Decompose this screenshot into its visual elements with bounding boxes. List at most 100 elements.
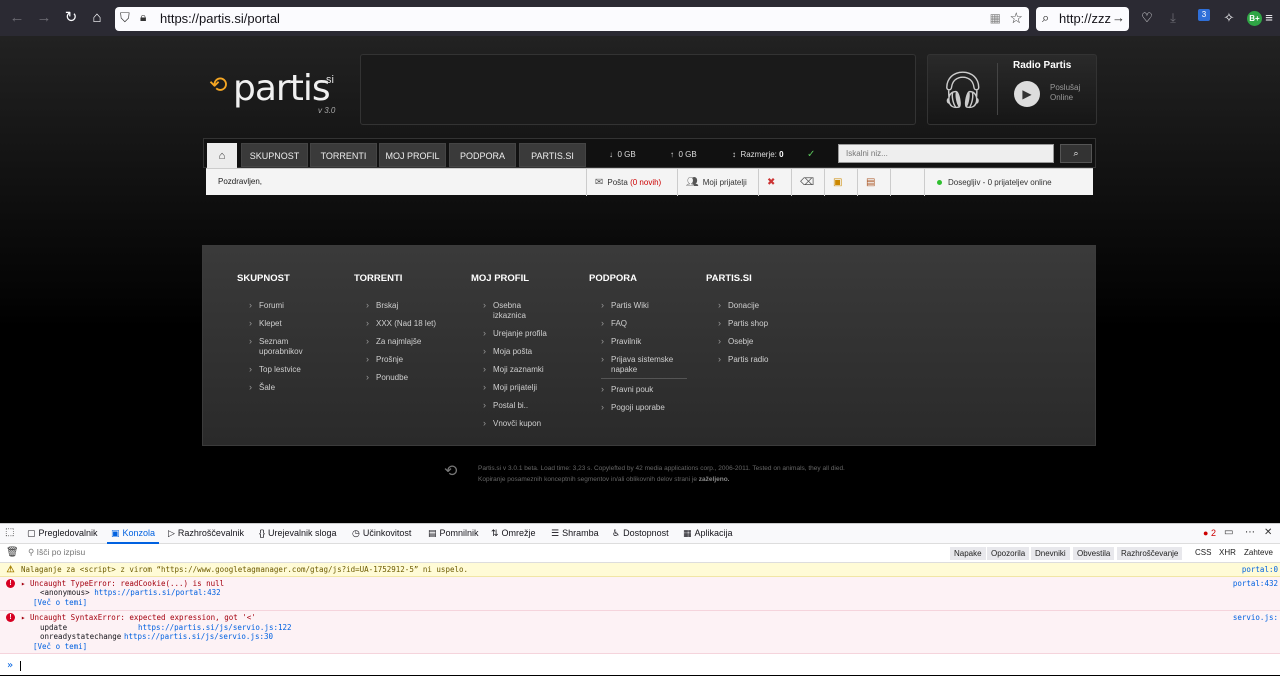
lock-icon[interactable]: 🔒︎ xyxy=(140,10,146,25)
sitemap-link[interactable]: Donacije xyxy=(718,300,768,311)
sitemap-heading[interactable]: SKUPNOST xyxy=(237,273,319,284)
sitemap-link[interactable]: Vnovči kupon xyxy=(483,418,551,429)
sitemap-link[interactable]: Osebje xyxy=(718,336,768,347)
tab-debugger[interactable]: ▷ Razhroščevalnik xyxy=(168,528,244,539)
sitemap-link[interactable]: Urejanje profila xyxy=(483,328,551,339)
friends-label[interactable]: Moji prijatelji xyxy=(703,178,747,187)
tab-memory[interactable]: ▤ Pomnilnik xyxy=(428,528,479,539)
menu-icon[interactable]: ≡ xyxy=(1260,9,1278,27)
tab-performance[interactable]: ◷ Učinkovitost xyxy=(352,528,411,539)
mail-count[interactable]: (0 novih) xyxy=(630,178,661,187)
sitemap-link[interactable]: Partis shop xyxy=(718,318,768,329)
tab-network[interactable]: ⇅ Omrežje xyxy=(491,528,536,539)
sitemap-link[interactable]: Seznam uporabnikov xyxy=(249,336,319,357)
sitemap-link[interactable]: Partis Wiki xyxy=(601,300,687,311)
sitemap-link[interactable]: XXX (Nad 18 let) xyxy=(366,318,436,329)
element-picker-icon[interactable]: ⬚ xyxy=(5,527,14,538)
pocket-icon[interactable]: ♡ xyxy=(1138,9,1156,27)
online-status-text[interactable]: Dosegljiv - 0 prijateljev online xyxy=(948,178,1052,187)
sitemap-link[interactable]: Top lestvice xyxy=(249,364,319,375)
forward-arrow-icon[interactable]: → xyxy=(34,8,54,28)
home-icon[interactable]: ⌂ xyxy=(87,8,107,28)
sitemap-link[interactable]: Šale xyxy=(249,382,319,393)
extension-badge[interactable]: 3 xyxy=(1198,9,1210,21)
error1-source[interactable]: portal:432 xyxy=(1233,579,1278,589)
sitemap-heading[interactable]: PARTIS.SI xyxy=(706,273,768,284)
eraser-link[interactable]: ⌫ xyxy=(791,169,824,196)
sitemap-link[interactable]: Osebna izkaznica xyxy=(483,300,551,321)
reload-icon[interactable]: ↻ xyxy=(61,8,81,28)
error2-source[interactable]: servio.js: xyxy=(1233,613,1278,623)
tab-storage[interactable]: ☰ Shramba xyxy=(551,528,599,539)
error2-link2[interactable]: https://partis.si/js/servio.js:30 xyxy=(124,632,273,642)
console-input[interactable]: » xyxy=(0,657,1280,676)
go-arrow-icon[interactable]: → xyxy=(1112,10,1125,25)
sitemap-link[interactable]: Forumi xyxy=(249,300,319,311)
sitemap-link[interactable]: Moja pošta xyxy=(483,346,551,357)
sitemap-heading[interactable]: TORRENTI xyxy=(354,273,436,284)
home-tab[interactable]: ⌂ xyxy=(207,143,237,169)
close-devtools-icon[interactable]: ✕ xyxy=(1264,527,1272,538)
tab-accessibility[interactable]: ♿︎ Dostopnost xyxy=(612,528,669,539)
sitemap-link[interactable]: Moji prijatelji xyxy=(483,382,551,393)
mail-link[interactable]: ✉ Pošta (0 novih) xyxy=(586,169,677,196)
error1-more[interactable]: [Več o temi] xyxy=(33,598,87,608)
error-count-badge[interactable]: ● 2 xyxy=(1203,528,1216,538)
sitemap-link[interactable]: Prošnje xyxy=(366,354,436,365)
sitemap-link[interactable]: Partis radio xyxy=(718,354,768,365)
search-bar[interactable]: ⌕ http://zzz → xyxy=(1036,7,1129,31)
sitemap-link[interactable]: Moji zaznamki xyxy=(483,364,551,375)
sitemap-link[interactable]: Prijava sistemske napake xyxy=(601,354,687,379)
tab-partis-si[interactable]: PARTIS.SI xyxy=(519,143,586,167)
tab-torrenti[interactable]: TORRENTI xyxy=(310,143,377,167)
box-link[interactable]: ▣ xyxy=(824,169,857,196)
sitemap-heading[interactable]: MOJ PROFIL xyxy=(471,273,551,284)
site-logo[interactable]: ⟲ partis .si v 3.0 xyxy=(203,54,358,124)
sitemap-link[interactable]: Brskaj xyxy=(366,300,436,311)
trash-icon[interactable]: 🗑︎ xyxy=(6,547,19,558)
tab-skupnost[interactable]: SKUPNOST xyxy=(241,143,308,167)
error1-link[interactable]: https://partis.si/portal:432 xyxy=(94,588,220,597)
back-arrow-icon[interactable]: ← xyxy=(7,8,27,28)
tab-console[interactable]: ▣ Konzola xyxy=(111,528,155,539)
tab-inspector[interactable]: ▢ Pregledovalnik xyxy=(27,528,98,539)
filter-debug[interactable]: Razhroščevanje xyxy=(1117,547,1183,560)
filter-xhr[interactable]: XHR xyxy=(1219,548,1236,557)
reader-view-icon[interactable]: ▦ xyxy=(990,11,1001,25)
sitemap-link[interactable]: Pravni pouk xyxy=(601,384,687,395)
settings-link[interactable]: ✖ xyxy=(758,169,791,196)
dock-icon[interactable]: ▭ xyxy=(1224,527,1233,538)
search-button[interactable]: ⌕ xyxy=(1060,144,1092,163)
play-icon[interactable]: ▶ xyxy=(1014,81,1040,107)
filter-info[interactable]: Obvestila xyxy=(1073,547,1115,560)
tab-podpora[interactable]: PODPORA xyxy=(449,143,516,167)
filter-errors[interactable]: Napake xyxy=(950,547,986,560)
radio-listen-label[interactable]: Poslušaj xyxy=(1050,83,1080,92)
friends-link[interactable]: 👥︎ Moji prijatelji xyxy=(677,169,758,196)
extension-puzzle-icon[interactable]: ✧ xyxy=(1220,9,1238,27)
more-options-icon[interactable]: ⋯ xyxy=(1245,527,1255,538)
sitemap-link[interactable]: Pravilnik xyxy=(601,336,687,347)
shield-icon[interactable]: ⛉ xyxy=(120,10,130,26)
sitemap-link[interactable]: FAQ xyxy=(601,318,687,329)
download-icon[interactable]: ⤓ xyxy=(1164,9,1182,27)
search-bar-text[interactable]: http://zzz xyxy=(1059,11,1111,26)
filter-css[interactable]: CSS xyxy=(1195,548,1211,557)
sitemap-link[interactable]: Postal bi.. xyxy=(483,400,551,411)
filter-warnings[interactable]: Opozorila xyxy=(987,547,1030,560)
sitemap-link[interactable]: Za najmlajše xyxy=(366,336,436,347)
url-bar[interactable]: ⛉ 🔒︎ https://partis.si/portal ▦ ☆ xyxy=(115,7,1029,31)
filter-logs[interactable]: Dnevniki xyxy=(1031,547,1070,560)
radio-online-label[interactable]: Online xyxy=(1050,93,1073,102)
tab-style-editor[interactable]: {} Urejevalnik sloga xyxy=(259,528,337,538)
sitemap-link[interactable]: Klepet xyxy=(249,318,319,329)
tab-moj-profil[interactable]: MOJ PROFIL xyxy=(379,143,446,167)
site-search-input[interactable] xyxy=(838,144,1054,163)
book-link[interactable]: ▤ xyxy=(857,169,890,196)
warning-source[interactable]: portal:0 xyxy=(1242,565,1278,575)
filter-requests[interactable]: Zahteve xyxy=(1244,548,1273,557)
url-text[interactable]: https://partis.si/portal xyxy=(160,11,280,26)
online-status[interactable]: Dosegljiv - 0 prijateljev online xyxy=(924,169,1093,196)
sitemap-link[interactable]: Ponudbe xyxy=(366,372,436,383)
sitemap-link[interactable]: Pogoji uporabe xyxy=(601,402,687,413)
